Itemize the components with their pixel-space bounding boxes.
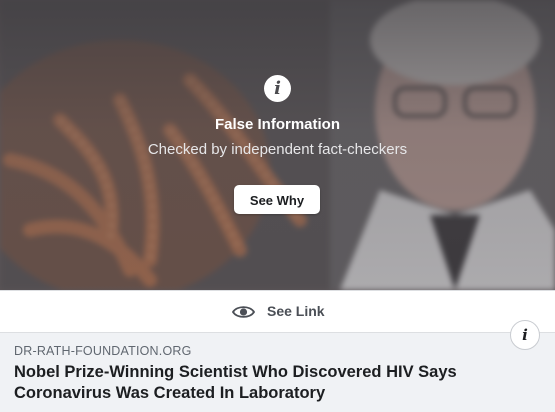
see-link-label: See Link [267,303,325,319]
see-link-button[interactable]: See Link [0,290,555,333]
link-domain: DR-RATH-FOUNDATION.ORG [14,344,192,358]
eye-icon [232,306,255,318]
link-preview[interactable]: DR-RATH-FOUNDATION.ORG Nobel Prize-Winni… [0,333,555,412]
warning-subtitle: Checked by independent fact-checkers [147,141,408,158]
info-icon: i [264,75,291,102]
warning-title: False Information [214,116,341,133]
info-icon[interactable]: i [510,320,540,350]
fact-check-post-card: i False Information Checked by independe… [0,0,555,412]
link-headline[interactable]: Nobel Prize-Winning Scientist Who Discov… [14,362,514,404]
blurred-link-image[interactable]: i False Information Checked by independe… [0,0,555,290]
see-why-button[interactable]: See Why [234,185,320,214]
